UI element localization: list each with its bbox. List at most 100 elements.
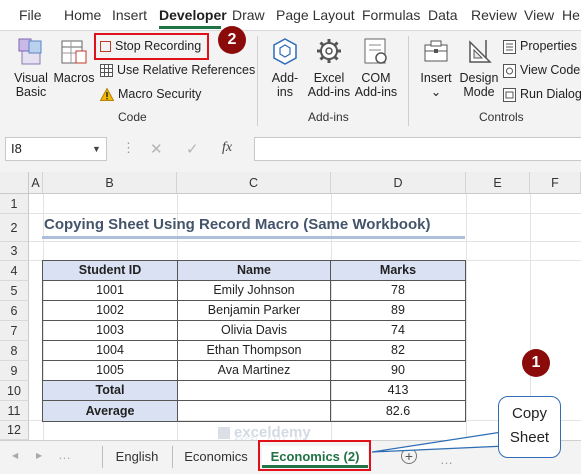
row-header-12[interactable]: 12 <box>0 421 29 440</box>
active-sheet-highlight <box>258 440 371 471</box>
table-cell-marks[interactable]: 78 <box>331 281 466 301</box>
tab-draw[interactable]: Draw <box>232 7 265 25</box>
chevron-down-icon: ⌄ <box>430 85 442 99</box>
table-cell-name[interactable]: Emily Johnson <box>178 281 331 301</box>
view-code-button[interactable]: View Code <box>503 61 580 79</box>
table-cell-name[interactable]: Ava Martinez <box>178 361 331 381</box>
sheet-tab-economics[interactable]: Economics <box>174 446 258 468</box>
cancel-entry-icon[interactable]: ✕ <box>150 140 163 158</box>
active-tab-indicator <box>159 26 221 29</box>
table-cell-marks[interactable]: 89 <box>331 301 466 321</box>
table-cell-id[interactable]: 1001 <box>43 281 178 301</box>
table-header-student-id: Student ID <box>43 261 178 281</box>
insert-controls-button[interactable]: Insert ⌄ <box>416 36 456 99</box>
column-header-f[interactable]: F <box>530 172 581 194</box>
sheet-scroll-left-icon[interactable]: ◀ <box>12 451 18 460</box>
table-cell-name[interactable]: Ethan Thompson <box>178 341 331 361</box>
macros-icon <box>61 40 87 64</box>
row-header-3[interactable]: 3 <box>0 242 29 261</box>
average-label-cell[interactable]: Average <box>43 401 178 422</box>
relative-references-label: Use Relative References <box>117 63 256 77</box>
design-mode-button[interactable]: Design Mode <box>459 36 499 99</box>
table-cell-id[interactable]: 1003 <box>43 321 178 341</box>
run-dialog-button[interactable]: Run Dialog <box>503 85 581 103</box>
view-code-icon <box>503 63 516 78</box>
exceldemy-logo-icon <box>218 426 230 439</box>
tab-developer[interactable]: Developer <box>159 7 227 25</box>
view-code-label: View Code <box>520 63 581 77</box>
tab-view[interactable]: View <box>524 7 554 25</box>
add-ins-button[interactable]: Add- ins <box>264 36 306 99</box>
excel-add-ins-label-2: Add-ins <box>307 85 351 99</box>
tab-page-layout[interactable]: Page Layout <box>276 7 355 25</box>
tab-help[interactable]: He <box>562 7 580 25</box>
visual-basic-label-2: Basic <box>15 85 47 99</box>
column-header-e[interactable]: E <box>466 172 530 194</box>
more-sheets-icon[interactable]: … <box>58 447 71 462</box>
macro-security-label: Macro Security <box>118 87 202 101</box>
row-header-2[interactable]: 2 <box>0 214 29 242</box>
properties-icon <box>503 39 516 54</box>
table-cell-id[interactable]: 1002 <box>43 301 178 321</box>
formula-input[interactable] <box>254 137 581 161</box>
row-header-7[interactable]: 7 <box>0 321 29 341</box>
row-header-4[interactable]: 4 <box>0 261 29 281</box>
tab-formulas[interactable]: Formulas <box>362 7 420 25</box>
confirm-entry-icon[interactable]: ✓ <box>186 140 199 158</box>
com-add-ins-button[interactable]: COM Add-ins <box>353 36 399 99</box>
add-ins-label-2: ins <box>277 85 293 99</box>
step-badge-2: 2 <box>218 26 246 54</box>
run-dialog-label: Run Dialog <box>520 87 581 101</box>
controls-group-label: Controls <box>479 110 524 124</box>
design-mode-label-1: Design <box>459 71 499 85</box>
column-header-c[interactable]: C <box>177 172 331 194</box>
table-cell-empty[interactable] <box>178 401 331 422</box>
code-group-label: Code <box>118 110 147 124</box>
row-header-6[interactable]: 6 <box>0 301 29 321</box>
row-header-8[interactable]: 8 <box>0 341 29 361</box>
select-all-corner[interactable] <box>0 172 29 194</box>
row-header-5[interactable]: 5 <box>0 281 29 301</box>
tab-file[interactable]: File <box>19 7 42 25</box>
column-header-d[interactable]: D <box>331 172 466 194</box>
row-header-9[interactable]: 9 <box>0 361 29 381</box>
table-cell-marks[interactable]: 90 <box>331 361 466 381</box>
title-underline <box>42 236 465 239</box>
row-header-1[interactable]: 1 <box>0 194 29 214</box>
properties-button[interactable]: Properties <box>503 37 577 55</box>
table-header-name: Name <box>178 261 331 281</box>
stop-recording-highlight <box>94 33 209 60</box>
insert-function-icon[interactable]: fx <box>222 140 232 156</box>
total-label-cell[interactable]: Total <box>43 381 178 401</box>
table-cell-empty[interactable] <box>178 381 331 401</box>
table-cell-id[interactable]: 1004 <box>43 341 178 361</box>
table-cell-name[interactable]: Benjamin Parker <box>178 301 331 321</box>
tab-insert[interactable]: Insert <box>112 7 147 25</box>
column-header-b[interactable]: B <box>43 172 177 194</box>
sheet-tab-english[interactable]: English <box>104 446 170 468</box>
macro-security-button[interactable]: Macro Security <box>100 85 201 103</box>
visual-basic-button[interactable]: Visual Basic <box>10 36 52 99</box>
table-header-marks: Marks <box>331 261 466 281</box>
row-header-11[interactable]: 11 <box>0 401 29 421</box>
callout-text-1: Copy <box>511 405 548 422</box>
table-cell-marks[interactable]: 82 <box>331 341 466 361</box>
row-header-10[interactable]: 10 <box>0 381 29 401</box>
add-ins-group-label: Add-ins <box>308 110 349 124</box>
com-add-ins-label-1: COM <box>361 71 391 85</box>
sheet-scroll-right-icon[interactable]: ▶ <box>36 451 42 460</box>
tab-review[interactable]: Review <box>471 7 517 25</box>
table-cell-marks[interactable]: 74 <box>331 321 466 341</box>
gear-icon <box>317 39 341 63</box>
use-relative-references-button[interactable]: Use Relative References <box>100 61 255 79</box>
column-header-a[interactable]: A <box>29 172 43 194</box>
insert-controls-label: Insert <box>420 71 452 85</box>
tab-home[interactable]: Home <box>64 7 101 25</box>
copy-sheet-callout: Copy Sheet <box>498 396 561 458</box>
table-cell-name[interactable]: Olivia Davis <box>178 321 331 341</box>
table-cell-id[interactable]: 1005 <box>43 361 178 381</box>
tab-data[interactable]: Data <box>428 7 458 25</box>
excel-add-ins-button[interactable]: Excel Add-ins <box>306 36 352 99</box>
macros-button[interactable]: Macros <box>53 36 95 85</box>
name-box-dropdown-icon[interactable]: ▼ <box>92 144 101 154</box>
